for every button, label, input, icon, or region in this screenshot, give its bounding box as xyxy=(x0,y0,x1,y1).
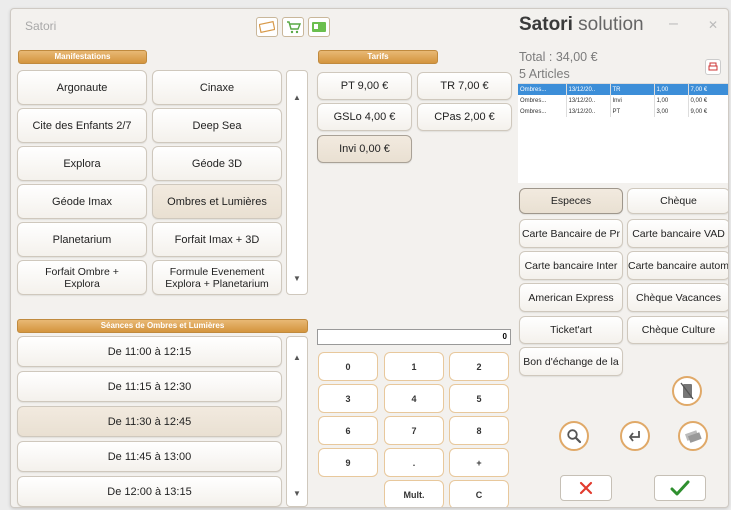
key-9[interactable]: 9 xyxy=(318,448,378,477)
manifestation-deep-sea[interactable]: Deep Sea xyxy=(152,108,282,143)
cart-cell-name: Ombres... xyxy=(518,95,567,106)
payment-carte-bancaire-autom[interactable]: Carte bancaire autom xyxy=(627,251,728,280)
cancel-icon xyxy=(579,481,593,495)
cart-cell-qty: 1,00 xyxy=(654,95,689,106)
cart-cell-name: Ombres... xyxy=(518,106,567,117)
key-dot[interactable]: . xyxy=(384,448,444,477)
manifestation-argonaute[interactable]: Argonaute xyxy=(17,70,147,105)
tarif-invi[interactable]: Invi 0,00 € xyxy=(317,135,412,163)
key-8[interactable]: 8 xyxy=(449,416,509,445)
confirm-button[interactable] xyxy=(654,475,706,501)
key-2[interactable]: 2 xyxy=(449,352,509,381)
title-bar: Satori Satori solution – ✕ xyxy=(11,9,728,45)
manifestation-formule-evenement[interactable]: Formule Evenement Explora + Planetarium xyxy=(152,260,282,295)
card-icon[interactable] xyxy=(308,17,330,37)
close-button[interactable]: ✕ xyxy=(708,18,718,32)
ticket-icon[interactable] xyxy=(256,17,278,37)
scroll-down-icon[interactable]: ▼ xyxy=(287,489,307,498)
scroll-up-icon[interactable]: ▲ xyxy=(287,353,307,362)
manifestation-planetarium[interactable]: Planetarium xyxy=(17,222,147,257)
search-icon[interactable] xyxy=(559,421,589,451)
cart-table: Ombres... 13/12/20.. TR 1,00 7,00 € Ombr… xyxy=(518,83,728,183)
manifestations-scrollbar[interactable]: ▲ ▼ xyxy=(286,70,308,295)
manifestation-geode-imax[interactable]: Géode Imax xyxy=(17,184,147,219)
tarif-tr[interactable]: TR 7,00 € xyxy=(417,72,512,100)
seance-1100[interactable]: De 11:00 à 12:15 xyxy=(17,336,282,367)
manifestation-ombres-et-lumieres[interactable]: Ombres et Lumières xyxy=(152,184,282,219)
phone-icon[interactable] xyxy=(672,376,702,406)
cart-cell-tarif: Invi xyxy=(610,95,655,106)
payment-bon-echange[interactable]: Bon d'échange de la xyxy=(519,347,623,376)
payment-cheque-culture[interactable]: Chèque Culture xyxy=(627,316,728,344)
key-0[interactable]: 0 xyxy=(318,352,378,381)
manifestations-header: Manifestations xyxy=(18,50,147,64)
cart-cell-price: 7,00 € xyxy=(688,84,728,95)
payment-cheque[interactable]: Chèque xyxy=(627,188,728,214)
scroll-up-icon[interactable]: ▲ xyxy=(287,93,307,102)
cart-cell-tarif: TR xyxy=(610,84,655,95)
enter-icon[interactable] xyxy=(620,421,650,451)
seance-1115[interactable]: De 11:15 à 12:30 xyxy=(17,371,282,402)
payment-especes[interactable]: Especes xyxy=(519,188,623,214)
cancel-button[interactable] xyxy=(560,475,612,501)
minimize-button[interactable]: – xyxy=(669,15,678,33)
key-7[interactable]: 7 xyxy=(384,416,444,445)
tarif-gslo[interactable]: GSLo 4,00 € xyxy=(317,103,412,131)
cart-row[interactable]: Ombres... 13/12/20.. Invi 1,00 0,00 € xyxy=(518,95,728,106)
seance-1200[interactable]: De 12:00 à 13:15 xyxy=(17,476,282,507)
manifestation-forfait-imax-3d[interactable]: Forfait Imax + 3D xyxy=(152,222,282,257)
payment-american-express[interactable]: American Express xyxy=(519,283,623,312)
manifestation-forfait-ombre-explora[interactable]: Forfait Ombre + Explora xyxy=(17,260,147,295)
print-icon[interactable] xyxy=(705,59,721,75)
key-4[interactable]: 4 xyxy=(384,384,444,413)
cash-icon[interactable] xyxy=(678,421,708,451)
cart-row[interactable]: Ombres... 13/12/20.. TR 1,00 7,00 € xyxy=(518,84,728,95)
key-clear[interactable]: C xyxy=(449,480,509,507)
cart-cell-qty: 1,00 xyxy=(654,84,689,95)
payment-carte-bancaire-vad[interactable]: Carte bancaire VAD xyxy=(627,219,728,248)
payment-cheque-vacances[interactable]: Chèque Vacances xyxy=(627,283,728,312)
cart-cell-price: 9,00 € xyxy=(688,106,728,117)
cart-total: Total : 34,00 € xyxy=(519,50,598,64)
app-name: Satori xyxy=(25,19,57,33)
key-mult[interactable]: Mult. xyxy=(384,480,444,507)
payment-ticketart[interactable]: Ticket'art xyxy=(519,316,623,344)
cart-article-count: 5 Articles xyxy=(519,67,570,81)
payment-carte-bancaire-inter[interactable]: Carte bancaire Inter xyxy=(519,251,623,280)
confirm-icon xyxy=(670,480,690,496)
cart-cell-qty: 3,00 xyxy=(654,106,689,117)
cart-cell-price: 0,00 € xyxy=(688,95,728,106)
seance-1145[interactable]: De 11:45 à 13:00 xyxy=(17,441,282,472)
scroll-down-icon[interactable]: ▼ xyxy=(287,274,307,283)
brand-logo: Satori solution xyxy=(519,14,644,35)
main-window: Satori Satori solution – ✕ Manifestation… xyxy=(10,8,729,508)
cart-cell-date: 13/12/20.. xyxy=(566,106,611,117)
key-3[interactable]: 3 xyxy=(318,384,378,413)
manifestation-explora[interactable]: Explora xyxy=(17,146,147,181)
key-1[interactable]: 1 xyxy=(384,352,444,381)
cart-cell-name: Ombres... xyxy=(518,84,567,95)
cart-cell-date: 13/12/20.. xyxy=(566,95,611,106)
seances-scrollbar[interactable]: ▲ ▼ xyxy=(286,336,308,507)
seance-1130[interactable]: De 11:30 à 12:45 xyxy=(17,406,282,437)
quantity-display[interactable]: 0 xyxy=(317,329,511,345)
manifestation-cinaxe[interactable]: Cinaxe xyxy=(152,70,282,105)
manifestation-cite-des-enfants[interactable]: Cite des Enfants 2/7 xyxy=(17,108,147,143)
key-5[interactable]: 5 xyxy=(449,384,509,413)
key-6[interactable]: 6 xyxy=(318,416,378,445)
seances-header: Séances de Ombres et Lumières xyxy=(17,319,308,333)
cart-cell-tarif: PT xyxy=(610,106,655,117)
payment-carte-bancaire-pr[interactable]: Carte Bancaire de Pr xyxy=(519,219,623,248)
tarifs-header: Tarifs xyxy=(318,50,438,64)
cart-row[interactable]: Ombres... 13/12/20.. PT 3,00 9,00 € xyxy=(518,106,728,117)
cart-cell-date: 13/12/20.. xyxy=(566,84,611,95)
cart-icon[interactable] xyxy=(282,17,304,37)
key-plus[interactable]: + xyxy=(449,448,509,477)
manifestation-geode-3d[interactable]: Géode 3D xyxy=(152,146,282,181)
tarif-pt[interactable]: PT 9,00 € xyxy=(317,72,412,100)
tarif-cpas[interactable]: CPas 2,00 € xyxy=(417,103,512,131)
